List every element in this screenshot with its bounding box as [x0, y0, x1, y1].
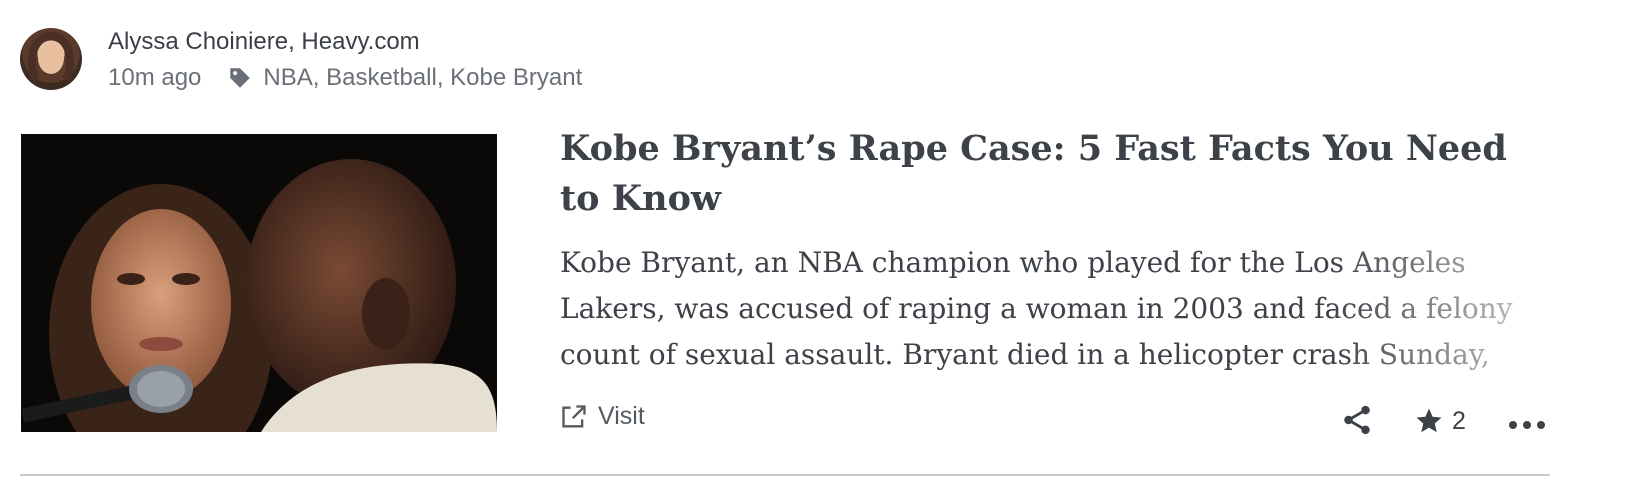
post-meta: 10m ago NBA, Basketball, Kobe Bryant: [108, 64, 582, 92]
star-icon: [1416, 408, 1442, 433]
post-tags[interactable]: NBA, Basketball, Kobe Bryant: [263, 64, 582, 92]
avatar-face: [38, 42, 64, 74]
visit-label: Visit: [598, 402, 645, 430]
feed-card: Alyssa Choiniere, Heavy.com 10m ago NBA,…: [0, 0, 1640, 500]
star-count: 2: [1452, 406, 1466, 435]
card-divider: [20, 474, 1550, 476]
visit-link[interactable]: Visit: [560, 402, 645, 431]
more-options-button[interactable]: [1508, 418, 1546, 436]
share-button[interactable]: [1340, 402, 1374, 443]
post-time: 10m ago: [108, 64, 202, 91]
author-avatar[interactable]: [20, 28, 82, 90]
article-title[interactable]: Kobe Bryant’s Rape Case: 5 Fast Facts Yo…: [560, 124, 1520, 224]
article-thumbnail[interactable]: [21, 134, 497, 432]
external-link-icon: [562, 404, 586, 427]
article-excerpt: Kobe Bryant, an NBA champion who played …: [560, 246, 1513, 371]
thumbnail-image: [21, 134, 497, 432]
post-actions: 2: [1340, 400, 1560, 444]
share-icon: [1344, 405, 1370, 435]
tag-icon: [227, 65, 253, 91]
star-button[interactable]: 2: [1414, 406, 1466, 436]
more-horizontal-icon: [1509, 421, 1545, 429]
author-name[interactable]: Alyssa Choiniere, Heavy.com: [108, 28, 420, 56]
